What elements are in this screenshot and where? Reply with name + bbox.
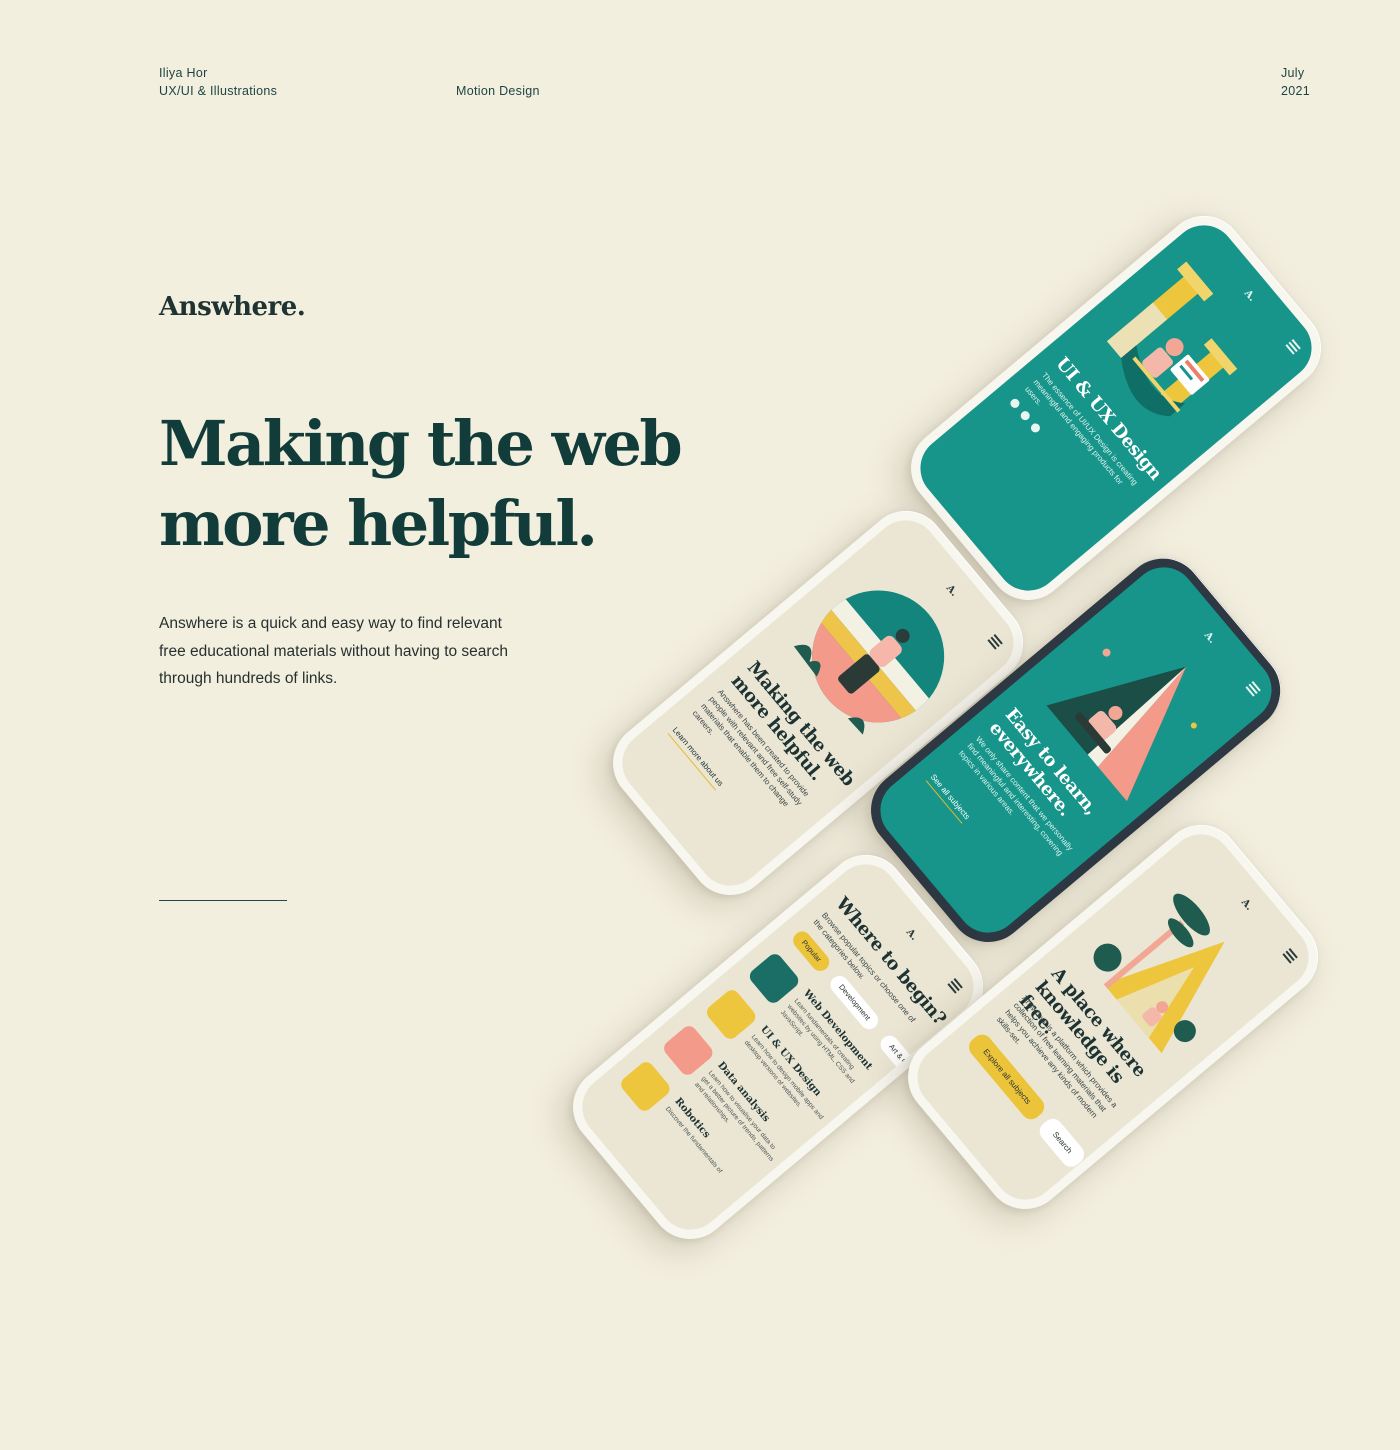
headline-line-2: more helpful.	[159, 487, 598, 560]
uiux-illustration	[1106, 261, 1238, 417]
author-role: UX/UI & Illustrations	[159, 84, 278, 98]
project-date: July 2021	[1281, 64, 1310, 100]
project-description: Answhere is a quick and easy way to find…	[159, 615, 508, 687]
see-all-subjects-link[interactable]: See all subjects	[925, 772, 972, 824]
hamburger-menu-icon[interactable]	[987, 634, 1003, 650]
date-year: 2021	[1281, 84, 1311, 98]
hamburger-menu-icon[interactable]	[1245, 681, 1261, 697]
app-logo: A.	[943, 582, 960, 599]
date-month: July	[1281, 66, 1305, 80]
app-logo: A.	[1201, 629, 1218, 646]
web-dev-icon	[746, 950, 802, 1007]
headline-line-1: Making the web	[159, 407, 683, 480]
divider	[159, 900, 287, 901]
facebook-icon[interactable]	[1008, 397, 1022, 410]
twitter-icon[interactable]	[1018, 409, 1032, 423]
author-info: Iliya Hor UX/UI & Illustrations	[159, 64, 277, 100]
hamburger-menu-icon[interactable]	[947, 978, 963, 994]
telegram-icon[interactable]	[1029, 421, 1042, 435]
project-category: Motion Design	[456, 84, 540, 98]
app-logo: A.	[903, 926, 920, 943]
hamburger-menu-icon[interactable]	[1285, 339, 1301, 355]
app-logo: A.	[1238, 896, 1255, 913]
phone-screen: A. UI & UX Design The essence of UI/UX D…	[907, 212, 1325, 604]
page-headline: Making the web more helpful.	[159, 404, 719, 564]
brand-logo: Answhere.	[159, 292, 306, 322]
author-name: Iliya Hor	[159, 66, 208, 80]
app-logo: A.	[1241, 287, 1258, 304]
hamburger-menu-icon[interactable]	[1282, 948, 1298, 964]
